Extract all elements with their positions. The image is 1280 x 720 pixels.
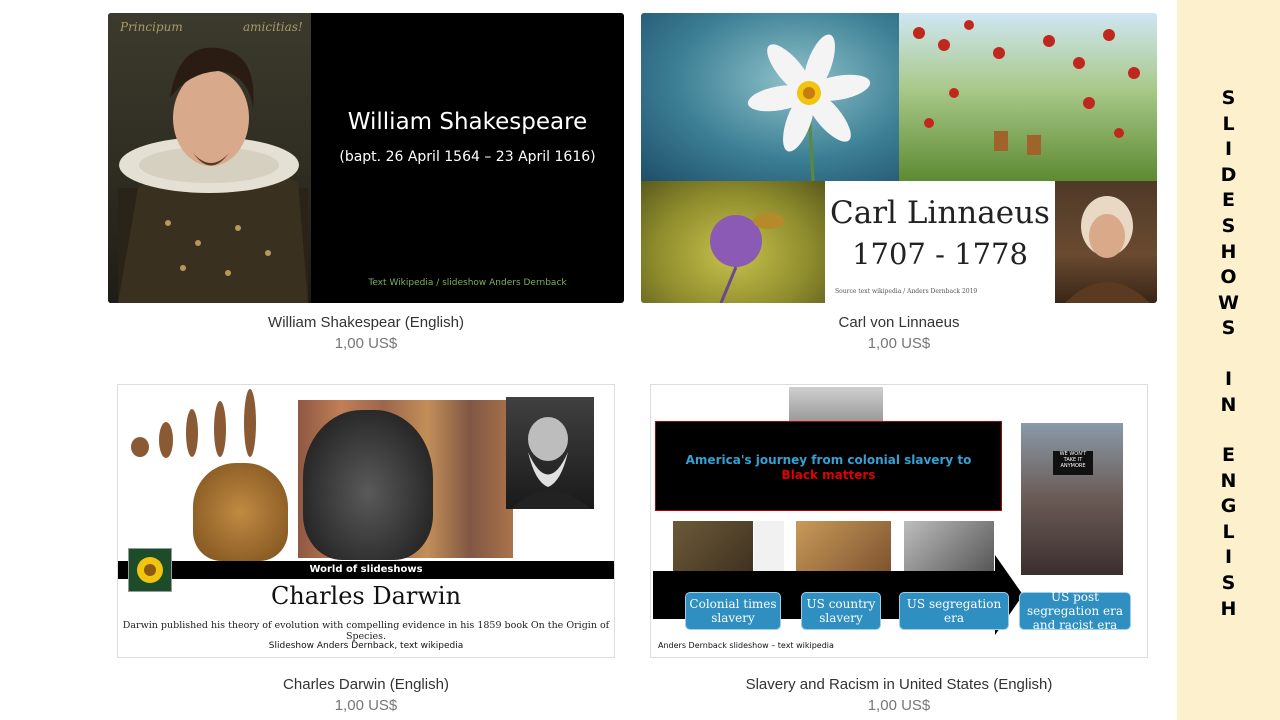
banner-letter: S — [1221, 214, 1236, 237]
vertical-banner: S L I D E S H O W S I N E N G L I S H — [1177, 0, 1280, 720]
banner-letter: D — [1220, 163, 1237, 186]
product-price: 1,00 US$ — [334, 335, 398, 352]
slide-title: William Shakespeare — [347, 109, 588, 135]
banner-letter: E — [1222, 189, 1235, 212]
banner-letter: W — [1218, 291, 1239, 314]
banner-letter: O — [1220, 266, 1237, 289]
daffodil-image — [641, 13, 899, 182]
portrait-motto-right: amicitias! — [243, 20, 303, 34]
slide-dates: (bapt. 26 April 1564 – 23 April 1616) — [339, 149, 596, 165]
banner-letter: S — [1221, 571, 1236, 594]
banner-letter: H — [1220, 597, 1237, 620]
product-thumbnail[interactable]: Carl Linnaeus 1707 - 1778 Source text wi… — [641, 13, 1157, 303]
timeline-stage-3: US segregation era — [899, 592, 1009, 630]
banner-letter: S — [1221, 317, 1236, 340]
slide-description: Darwin published his theory of evolution… — [122, 620, 610, 642]
slide-text-panel: Carl Linnaeus 1707 - 1778 Source text wi… — [825, 181, 1055, 303]
apple-orchard-image — [899, 13, 1157, 181]
darwin-portrait-image — [506, 397, 594, 509]
product-thumbnail[interactable]: America's journey from colonial slavery … — [650, 384, 1148, 658]
slide-source: Source text wikipedia / Anders Dernback … — [835, 288, 978, 295]
banner-letter: N — [1220, 393, 1237, 416]
banner-word-english: E N G L I S H — [1177, 443, 1280, 622]
product-card-linnaeus[interactable]: Carl Linnaeus 1707 - 1778 Source text wi… — [641, 13, 1157, 358]
product-thumbnail[interactable]: World of slideshows Charles Darwin Darwi… — [117, 384, 615, 658]
product-title[interactable]: William Shakespear (English) — [108, 314, 624, 331]
protest-sign-photo-image — [1021, 423, 1123, 575]
bee-on-flower-image — [641, 181, 825, 303]
slide-years: 1707 - 1778 — [852, 237, 1028, 271]
banner-letter: H — [1220, 240, 1237, 263]
product-thumbnail[interactable]: Principum amicitias! William Shakespeare… — [108, 13, 624, 303]
baboon-image — [193, 463, 288, 561]
product-price: 1,00 US$ — [867, 335, 931, 352]
gorilla-image — [303, 410, 433, 560]
evolution-figures-image — [128, 385, 273, 465]
banner-letter: I — [1224, 546, 1233, 569]
slide-title: Carl Linnaeus — [830, 195, 1050, 231]
product-title[interactable]: Carl von Linnaeus — [641, 314, 1157, 331]
shakespeare-portrait-image — [108, 13, 311, 303]
banner-letter: L — [1222, 520, 1235, 543]
banner-letter: L — [1222, 112, 1235, 135]
banner-letter: E — [1222, 444, 1235, 466]
product-card-darwin[interactable]: World of slideshows Charles Darwin Darwi… — [117, 384, 615, 720]
banner-letter: N — [1220, 469, 1237, 492]
timeline-stage-4: US post segregation era and racist era — [1019, 590, 1131, 632]
banner-letter: S — [1221, 87, 1236, 109]
product-card-shakespeare[interactable]: Principum amicitias! William Shakespeare… — [108, 13, 624, 358]
portrait-motto-left: Principum — [120, 20, 183, 34]
product-title[interactable]: Slavery and Racism in United States (Eng… — [650, 676, 1148, 693]
timeline-stage-2: US country slavery — [801, 592, 881, 630]
slide-credit: Text Wikipedia / slideshow Anders Dernba… — [368, 278, 567, 288]
linnaeus-portrait-image — [1055, 181, 1157, 303]
slide-banner-line1: America's journey from colonial slavery … — [685, 453, 972, 467]
banner-letter: I — [1224, 368, 1233, 390]
product-title[interactable]: Charles Darwin (English) — [117, 676, 615, 693]
banner-word-in: I N — [1177, 367, 1280, 418]
slide-band-text: World of slideshows — [309, 564, 423, 575]
banner-letter: I — [1224, 138, 1233, 161]
slide-credit: Anders Dernback slideshow – text wikiped… — [658, 641, 834, 650]
slide-title: Charles Darwin — [270, 582, 462, 610]
product-price: 1,00 US$ — [867, 697, 931, 714]
product-card-slavery[interactable]: America's journey from colonial slavery … — [650, 384, 1148, 720]
product-price: 1,00 US$ — [334, 697, 398, 714]
protest-sign-text: WE WON'T TAKE IT ANYMORE — [1053, 451, 1093, 475]
banner-letter: G — [1220, 495, 1237, 518]
banner-word-slideshows: S L I D E S H O W S — [1177, 86, 1280, 342]
slide-banner-line2: Black matters — [781, 468, 876, 482]
slide-credit: Slideshow Anders Dernback, text wikipedi… — [268, 641, 464, 651]
timeline-stage-1: Colonial times slavery — [685, 592, 781, 630]
